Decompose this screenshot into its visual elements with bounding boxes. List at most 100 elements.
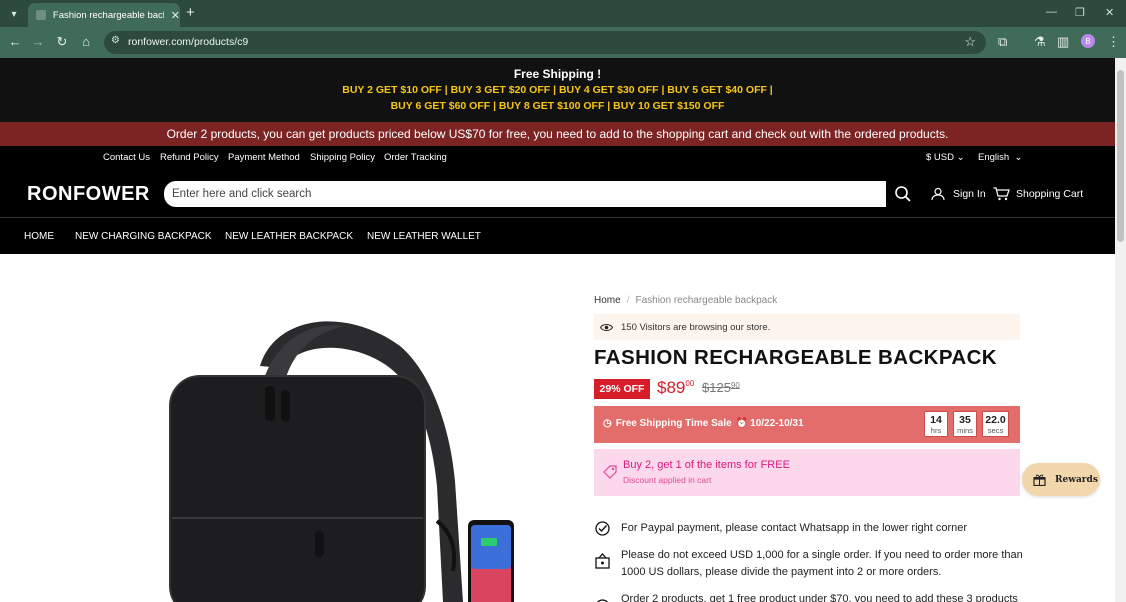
chevron-down-icon: ⌄ xyxy=(956,152,965,163)
visitors-text: 150 Visitors are browsing our store. xyxy=(621,321,771,333)
link-contact-us[interactable]: Contact Us xyxy=(103,152,150,163)
countdown-hours: 14 hrs xyxy=(924,411,948,437)
currency-selector[interactable]: $ USD ⌄ xyxy=(926,152,965,163)
free-product-notice: Order 2 products, you can get products p… xyxy=(0,122,1115,146)
tab-favicon-icon xyxy=(36,10,46,20)
check-circle-icon xyxy=(595,521,610,536)
link-order-tracking[interactable]: Order Tracking xyxy=(384,152,447,163)
chevron-down-icon: ⌄ xyxy=(1014,152,1023,163)
search-icon[interactable] xyxy=(894,185,912,203)
tab-search-icon[interactable]: ▾ xyxy=(5,5,23,23)
breadcrumb: Home / Fashion rechargeable backpack xyxy=(594,295,777,306)
countdown-minutes-value: 35 xyxy=(959,414,971,426)
time-sale-title: Free Shipping Time Sale xyxy=(615,418,732,429)
sidebar-icon[interactable]: ▥ xyxy=(1057,34,1069,50)
tab-close-icon[interactable]: ✕ xyxy=(171,9,180,22)
rewards-label: Rewards xyxy=(1055,474,1098,485)
nav-new-leather-wallet[interactable]: NEW LEATHER WALLET xyxy=(367,231,481,242)
countdown-minutes: 35 mins xyxy=(953,411,977,437)
promo-headline: Free Shipping ! xyxy=(513,67,602,81)
countdown-minutes-unit: mins xyxy=(957,426,973,435)
link-shipping-policy[interactable]: Shipping Policy xyxy=(310,152,375,163)
promo-banner: Free Shipping ! BUY 2 GET $10 OFF | BUY … xyxy=(0,58,1115,122)
shopping-cart-link[interactable]: Shopping Cart xyxy=(993,187,1083,201)
site-logo[interactable]: RONFOWER xyxy=(27,183,150,206)
nav-new-leather-backpack[interactable]: NEW LEATHER BACKPACK xyxy=(225,231,353,242)
promo-line-1: BUY 2 GET $10 OFF | BUY 3 GET $20 OFF | … xyxy=(342,84,773,96)
bundle-offer: Buy 2, get 1 of the items for FREE Disco… xyxy=(594,449,1020,496)
time-sale-dates: 10/22-10/31 xyxy=(750,418,804,429)
search-input[interactable] xyxy=(164,181,886,207)
sale-price-main: $89 xyxy=(657,378,686,397)
breadcrumb-current: Fashion rechargeable backpack xyxy=(635,295,778,306)
breadcrumb-separator: / xyxy=(626,295,630,306)
header-divider xyxy=(0,217,1115,218)
maximize-icon[interactable]: ❐ xyxy=(1075,6,1085,19)
nav-new-charging-backpack[interactable]: NEW CHARGING BACKPACK xyxy=(75,231,212,242)
time-sale-label: ◷ Free Shipping Time Sale ⏰ 10/22-10/31 xyxy=(603,418,804,429)
eye-icon xyxy=(600,323,613,331)
utility-nav: Contact Us Refund Policy Payment Method … xyxy=(0,146,1115,170)
discount-badge: 29% OFF xyxy=(594,379,650,399)
forward-icon[interactable]: → xyxy=(30,34,46,49)
scrollbar-thumb[interactable] xyxy=(1117,70,1124,242)
countdown-hours-value: 14 xyxy=(930,414,942,426)
link-refund-policy[interactable]: Refund Policy xyxy=(160,152,219,163)
original-price-main: $125 xyxy=(702,380,731,395)
time-sale-banner: ◷ Free Shipping Time Sale ⏰ 10/22-10/31 … xyxy=(594,406,1020,443)
back-icon[interactable]: ← xyxy=(7,34,23,49)
reload-icon[interactable]: ↻ xyxy=(54,34,70,50)
currency-value: $ USD xyxy=(926,152,954,163)
lock-box-icon xyxy=(595,553,610,569)
address-bar[interactable]: ⚙ ronfower.com/products/c9 ☆ xyxy=(104,31,986,54)
minimize-icon[interactable]: — xyxy=(1046,6,1057,18)
home-icon[interactable]: ⌂ xyxy=(78,34,94,49)
cart-icon xyxy=(993,187,1010,201)
bundle-offer-headline: Buy 2, get 1 of the items for FREE xyxy=(623,459,790,471)
bundle-offer-subtext: Discount applied in cart xyxy=(623,475,712,485)
browser-toolbar: ← → ↻ ⌂ ⚙ ronfower.com/products/c9 ☆ ⧉ ⚗… xyxy=(0,27,1126,58)
labs-icon[interactable]: ⚗ xyxy=(1034,34,1046,50)
gift-box-icon xyxy=(1033,474,1046,486)
countdown-seconds-unit: secs xyxy=(987,426,1004,435)
countdown-seconds-value: 22.0 xyxy=(985,414,1006,426)
search-box xyxy=(164,181,886,207)
rewards-button[interactable]: Rewards xyxy=(1022,463,1100,496)
info-text-free-product: Order 2 products, get 1 free product und… xyxy=(621,593,1018,602)
site-info-icon[interactable]: ⚙ xyxy=(111,35,120,46)
window-close-icon[interactable]: ✕ xyxy=(1105,6,1114,19)
product-image-backpack[interactable] xyxy=(165,306,525,602)
countdown-seconds: 22.0 secs xyxy=(982,411,1009,437)
breadcrumb-home[interactable]: Home xyxy=(594,295,621,306)
language-value: English xyxy=(978,152,1010,163)
sale-price: $8900 xyxy=(657,378,694,398)
nav-home[interactable]: HOME xyxy=(24,231,54,242)
profile-avatar[interactable]: B xyxy=(1081,34,1095,48)
promo-line-2: BUY 6 GET $60 OFF | BUY 8 GET $100 OFF |… xyxy=(390,100,725,112)
menu-icon[interactable]: ⋮ xyxy=(1107,34,1120,50)
info-text-paypal: For Paypal payment, please contact Whats… xyxy=(621,522,968,534)
clock-icon: ◷ xyxy=(603,418,612,429)
countdown-hours-unit: hrs xyxy=(930,426,942,435)
alarm-icon: ⏰ xyxy=(735,418,749,429)
language-selector[interactable]: English ⌄ xyxy=(978,152,1022,163)
tab-title: Fashion rechargeable backpack xyxy=(52,9,164,21)
sign-in-link[interactable]: Sign In xyxy=(931,187,986,201)
original-price-cents: 90 xyxy=(730,381,740,390)
visitors-banner: 150 Visitors are browsing our store. xyxy=(594,314,1020,340)
user-icon xyxy=(931,187,945,201)
browser-tab[interactable]: Fashion rechargeable backpack ✕ xyxy=(28,3,180,27)
new-tab-icon[interactable]: + xyxy=(186,4,195,21)
extensions-icon[interactable]: ⧉ xyxy=(998,34,1007,50)
site-header: RONFOWER Sign In Shopping Cart HOME NEW … xyxy=(0,170,1115,254)
bookmark-star-icon[interactable]: ☆ xyxy=(964,34,976,50)
product-title: FASHION RECHARGEABLE BACKPACK xyxy=(594,346,998,369)
info-text-order-limit: Please do not exceed USD 1,000 for a sin… xyxy=(621,549,1023,578)
cart-label: Shopping Cart xyxy=(1016,188,1084,200)
sign-in-label: Sign In xyxy=(953,188,986,200)
sale-price-cents: 00 xyxy=(685,379,695,388)
page-scrollbar[interactable] xyxy=(1115,58,1126,602)
link-payment-method[interactable]: Payment Method xyxy=(228,152,300,163)
browser-tab-bar: ▾ Fashion rechargeable backpack ✕ + — ❐ … xyxy=(0,0,1126,27)
price-tag-icon xyxy=(603,465,617,479)
